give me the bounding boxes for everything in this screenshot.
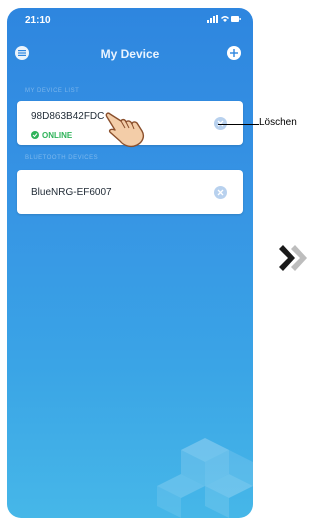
check-icon [31, 130, 39, 139]
close-icon [217, 189, 224, 196]
callout-line [218, 124, 259, 125]
callout-label-delete: Löschen [259, 117, 297, 128]
status-bar: 21:10 [7, 8, 253, 30]
battery-icon [231, 16, 241, 22]
section-label-my-devices: MY DEVICE LIST [25, 88, 80, 94]
nav-bar: My Device [7, 32, 253, 72]
status-time: 21:10 [25, 15, 51, 26]
device-name: BlueNRG-EF6007 [31, 187, 112, 198]
add-device-button[interactable] [227, 46, 241, 60]
online-status-text: ONLINE [42, 131, 73, 140]
status-icons [207, 15, 241, 25]
pointing-hand-icon [105, 112, 145, 148]
section-label-bluetooth: BLUETOOTH DEVICES [25, 155, 99, 161]
signal-icon [207, 15, 218, 23]
device-name: 98D863B42FDC [31, 111, 105, 122]
page-title: My Device [100, 47, 160, 61]
online-status: ONLINE [31, 130, 73, 140]
decorative-cubes [157, 438, 253, 518]
wifi-icon [221, 16, 229, 22]
delete-device-button[interactable] [214, 186, 227, 199]
chevron-right-icon [279, 245, 307, 271]
add-icon [230, 49, 238, 57]
device-card-bluetooth[interactable]: BlueNRG-EF6007 [17, 170, 243, 214]
phone-screen: 21:10 My Device MY DEVICE LIST 98D863B42… [7, 8, 253, 518]
